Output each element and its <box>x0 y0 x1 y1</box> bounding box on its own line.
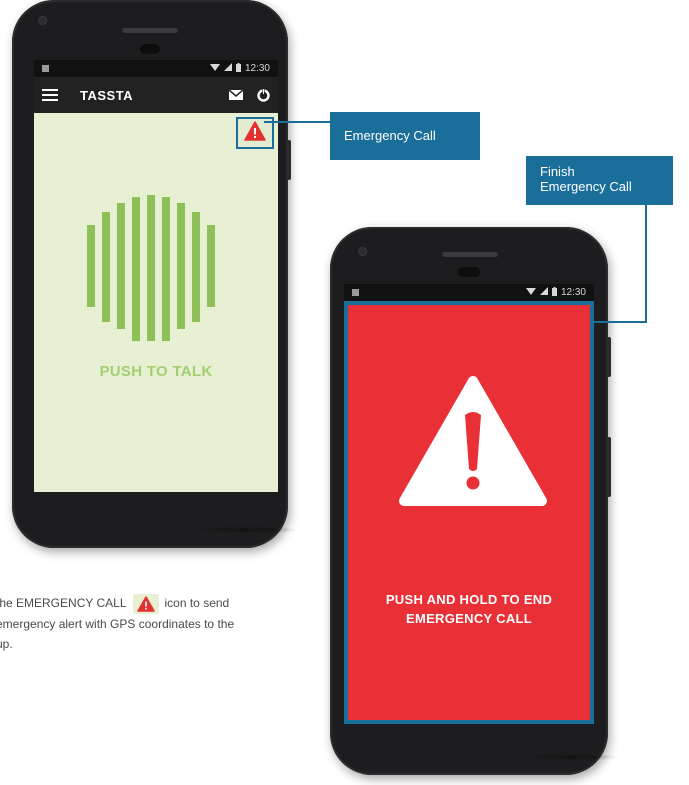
description-text: the EMERGENCY CALL icon to send emergency… <box>0 593 296 654</box>
status-time: 12:30 <box>244 63 270 74</box>
status-bar: 12:30 <box>34 60 278 77</box>
description-part1: the EMERGENCY CALL <box>0 596 127 610</box>
menu-icon[interactable] <box>42 89 58 101</box>
end-emergency-area[interactable]: PUSH AND HOLD TO END EMERGENCY CALL <box>344 301 594 724</box>
wifi-icon <box>525 287 536 298</box>
finish-callout-line1: Finish <box>540 164 575 179</box>
finish-emergency-callout: Finish Emergency Call <box>526 156 673 205</box>
callout-connector <box>264 121 330 123</box>
wifi-icon <box>209 63 220 74</box>
notification-icon <box>42 65 49 72</box>
signal-icon <box>539 287 548 298</box>
proximity-sensor <box>140 44 160 54</box>
warning-icon <box>398 375 548 512</box>
mail-icon[interactable] <box>229 90 243 100</box>
status-right: 12:30 <box>209 62 270 75</box>
battery-icon <box>551 286 557 299</box>
ptt-bars-icon <box>87 195 223 348</box>
earpiece-speaker <box>122 28 178 33</box>
finish-callout-line2: Emergency Call <box>540 179 632 194</box>
end-emergency-label: PUSH AND HOLD TO END EMERGENCY CALL <box>348 590 590 628</box>
end-emergency-line1: PUSH AND HOLD TO END <box>385 592 553 607</box>
status-time: 12:30 <box>560 287 586 298</box>
side-button <box>607 437 611 497</box>
notification-icon <box>352 289 359 296</box>
left-phone-shadow <box>190 526 300 534</box>
proximity-sensor <box>458 267 480 277</box>
earpiece-speaker <box>442 252 498 257</box>
right-phone-shadow <box>520 753 620 761</box>
callout-connector <box>590 321 647 323</box>
status-right: 12:30 <box>525 286 586 299</box>
signal-icon <box>223 63 232 74</box>
right-phone: 12:30 PUSH AND HOLD TO END EMERGENCY CAL… <box>330 227 611 775</box>
emergency-call-callout: Emergency Call <box>330 112 480 160</box>
inline-warning-icon <box>132 593 159 614</box>
description-line3: up. <box>0 636 13 651</box>
description-line1: the EMERGENCY CALL icon to send <box>0 593 296 614</box>
left-screen: 12:30 TASSTA PUSH TO TALK <box>34 60 278 492</box>
side-button <box>287 140 291 180</box>
callout-connector <box>645 205 647 323</box>
right-screen: 12:30 PUSH AND HOLD TO END EMERGENCY CAL… <box>344 284 594 724</box>
side-button <box>607 337 611 377</box>
battery-icon <box>235 62 241 75</box>
push-to-talk-area[interactable]: PUSH TO TALK <box>34 113 278 492</box>
status-bar: 12:30 <box>344 284 594 301</box>
warning-icon <box>244 120 266 146</box>
app-bar: TASSTA <box>34 77 278 113</box>
app-title: TASSTA <box>80 87 134 103</box>
emergency-call-callout-text: Emergency Call <box>344 128 436 143</box>
push-to-talk-label: PUSH TO TALK <box>99 363 213 380</box>
description-part2: icon to send <box>164 596 230 610</box>
end-emergency-line2: EMERGENCY CALL <box>405 611 533 626</box>
description-line2: emergency alert with GPS coordinates to … <box>0 616 235 631</box>
power-icon[interactable] <box>257 88 270 102</box>
left-phone: 12:30 TASSTA PUSH TO TALK <box>12 0 291 548</box>
front-camera <box>38 16 47 25</box>
front-camera <box>358 247 367 256</box>
